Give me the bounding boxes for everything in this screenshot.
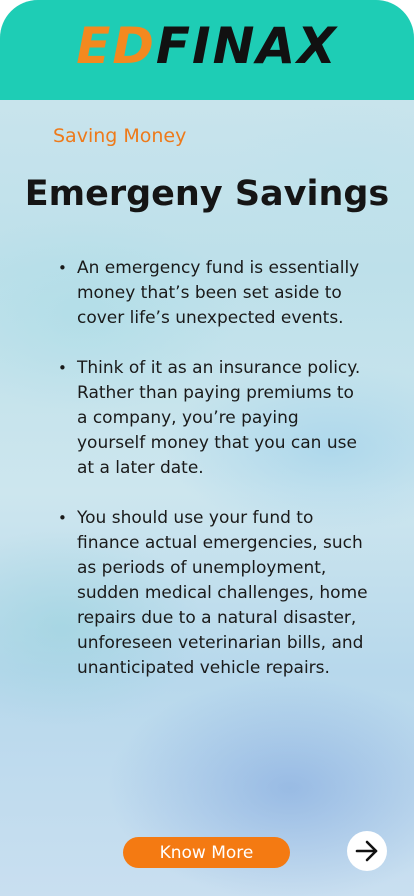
next-button[interactable] xyxy=(347,831,387,871)
lesson-category: Saving Money xyxy=(53,125,187,147)
arrow-right-icon xyxy=(355,840,378,862)
list-item: • You should use your fund to finance ac… xyxy=(58,506,368,681)
bullet-text: Think of it as an insurance policy. Rath… xyxy=(77,358,361,478)
app-logo: EDFINAX xyxy=(76,21,338,71)
bullet-dot: • xyxy=(58,359,67,377)
bullet-dot: • xyxy=(58,259,67,277)
app-header: EDFINAX xyxy=(0,0,414,100)
page-title: Emergeny Savings xyxy=(24,174,390,214)
list-item: • An emergency fund is essentially money… xyxy=(58,256,368,331)
logo-ed: ED xyxy=(76,17,156,75)
bullet-dot: • xyxy=(58,509,67,527)
lesson-bullet-list: • An emergency fund is essentially money… xyxy=(58,256,368,706)
list-item: • Think of it as an insurance policy. Ra… xyxy=(58,356,368,481)
know-more-button[interactable]: Know More xyxy=(123,837,290,868)
bullet-text: An emergency fund is essentially money t… xyxy=(77,258,360,328)
logo-finax: FINAX xyxy=(155,17,338,75)
lesson-screen: EDFINAX Saving Money Emergeny Savings • … xyxy=(0,0,414,896)
bullet-text: You should use your fund to finance actu… xyxy=(77,508,368,678)
